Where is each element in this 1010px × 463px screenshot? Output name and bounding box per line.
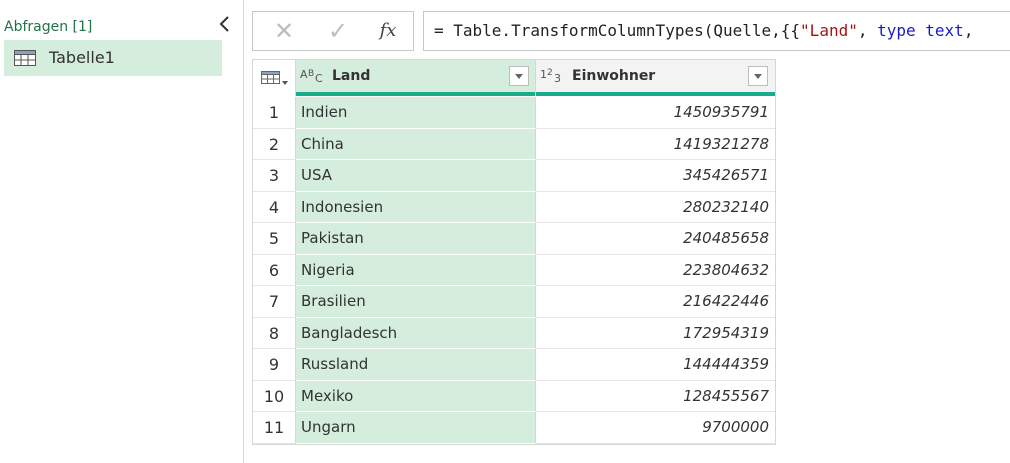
column-name-einwohner: Einwohner xyxy=(572,68,656,84)
cell-einwohner[interactable]: 223804632 xyxy=(536,255,775,286)
cell-einwohner[interactable]: 240485658 xyxy=(536,223,775,255)
table-menu-icon xyxy=(261,71,288,85)
column-name-land: Land xyxy=(332,68,371,84)
table-row: 6 Nigeria 223804632 xyxy=(253,254,775,286)
number-type-icon[interactable]: 1 2 3 xyxy=(540,66,568,88)
formula-input[interactable]: = Table.TransformColumnTypes(Quelle,{{"L… xyxy=(423,11,1010,51)
filter-dropdown-land[interactable] xyxy=(509,66,529,86)
formula-buttons: ✕ ✓ fx xyxy=(252,11,414,51)
cell-einwohner[interactable]: 144444359 xyxy=(536,349,775,381)
formula-tail: , xyxy=(963,21,974,40)
row-index[interactable]: 7 xyxy=(253,286,296,318)
formula-prefix: = Table.TransformColumnTypes(Quelle,{{ xyxy=(434,21,801,40)
svg-text:C: C xyxy=(315,72,323,84)
table-row: 2 China 1419321278 xyxy=(253,128,775,160)
cell-einwohner[interactable]: 172954319 xyxy=(536,318,775,349)
data-grid: A B C Land 1 2 3 Einwohner 1 Indien 1450… xyxy=(252,59,776,445)
formula-sep: , xyxy=(857,21,878,40)
table-row: 3 USA 345426571 xyxy=(253,160,775,192)
cell-land[interactable]: Brasilien xyxy=(296,286,536,318)
formula-string: "Land" xyxy=(800,21,858,40)
cell-land[interactable]: Bangladesch xyxy=(296,317,536,349)
cell-land[interactable]: Indien xyxy=(296,97,536,129)
query-item-label: Tabelle1 xyxy=(49,48,115,67)
query-item-tabelle1[interactable]: Tabelle1 xyxy=(4,40,222,76)
table-row: 10 Mexiko 128455567 xyxy=(253,380,775,412)
cell-land[interactable]: Ungarn xyxy=(296,412,536,444)
table-icon xyxy=(14,50,36,66)
abc-glyph: A B C xyxy=(300,68,323,85)
svg-text:3: 3 xyxy=(554,72,561,84)
cell-land[interactable]: Indonesien xyxy=(296,191,536,223)
svg-text:2: 2 xyxy=(547,68,553,78)
grid-header: A B C Land 1 2 3 Einwohner xyxy=(253,60,775,96)
cell-einwohner[interactable]: 216422446 xyxy=(536,286,775,318)
cell-land[interactable]: Nigeria xyxy=(296,254,536,286)
column-header-land[interactable]: A B C Land xyxy=(296,60,536,96)
row-index[interactable]: 5 xyxy=(253,223,296,255)
table-menu-button[interactable] xyxy=(253,60,296,96)
column-quality-bar xyxy=(536,92,775,96)
queries-pane: Abfragen [1] Tabelle1 xyxy=(0,0,244,463)
cell-land[interactable]: China xyxy=(296,128,536,160)
table-row: 8 Bangladesch 172954319 xyxy=(253,317,775,349)
table-row: 4 Indonesien 280232140 xyxy=(253,191,775,223)
row-index[interactable]: 11 xyxy=(253,412,296,444)
chevron-left-icon xyxy=(219,16,229,32)
insert-function-button[interactable]: fx xyxy=(363,12,413,50)
cell-einwohner[interactable]: 9700000 xyxy=(536,412,775,444)
cell-einwohner[interactable]: 345426571 xyxy=(536,160,775,192)
table-row: 7 Brasilien 216422446 xyxy=(253,286,775,318)
queries-header: Abfragen [1] xyxy=(4,19,93,35)
row-index[interactable]: 3 xyxy=(253,160,296,192)
column-quality-bar xyxy=(296,92,535,96)
table-row: 1 Indien 1450935791 xyxy=(253,97,775,129)
formula-keyword: type text xyxy=(877,21,964,40)
table-row: 5 Pakistan 240485658 xyxy=(253,223,775,255)
cell-einwohner[interactable]: 128455567 xyxy=(536,381,775,412)
x-icon[interactable]: ✕ xyxy=(259,12,309,50)
table-row: 9 Russland 144444359 xyxy=(253,349,775,381)
svg-text:B: B xyxy=(308,69,314,79)
row-index[interactable]: 4 xyxy=(253,191,296,223)
row-index[interactable]: 10 xyxy=(253,380,296,412)
svg-text:A: A xyxy=(300,68,308,81)
cell-land[interactable]: Mexiko xyxy=(296,380,536,412)
cell-land[interactable]: Russland xyxy=(296,349,536,381)
cell-einwohner[interactable]: 280232140 xyxy=(536,192,775,223)
row-index[interactable]: 2 xyxy=(253,128,296,160)
row-index[interactable]: 8 xyxy=(253,317,296,349)
row-index[interactable]: 9 xyxy=(253,349,296,381)
cell-land[interactable]: USA xyxy=(296,160,536,192)
text-type-icon[interactable]: A B C xyxy=(300,66,328,88)
collapse-pane-button[interactable] xyxy=(217,13,233,35)
svg-text:1: 1 xyxy=(540,68,547,81)
column-header-einwohner[interactable]: 1 2 3 Einwohner xyxy=(536,60,775,96)
row-index[interactable]: 6 xyxy=(253,254,296,286)
check-icon[interactable]: ✓ xyxy=(313,12,363,50)
table-row: 11 Ungarn 9700000 xyxy=(253,412,775,444)
row-index[interactable]: 1 xyxy=(253,97,296,129)
cell-einwohner[interactable]: 1419321278 xyxy=(536,129,775,160)
grid-rows: 1 Indien 1450935791 2 China 1419321278 3 USA 3… xyxy=(253,97,775,444)
123-glyph: 1 2 3 xyxy=(540,68,561,85)
cell-land[interactable]: Pakistan xyxy=(296,223,536,255)
cell-einwohner[interactable]: 1450935791 xyxy=(536,97,775,129)
filter-dropdown-einwohner[interactable] xyxy=(748,66,768,86)
